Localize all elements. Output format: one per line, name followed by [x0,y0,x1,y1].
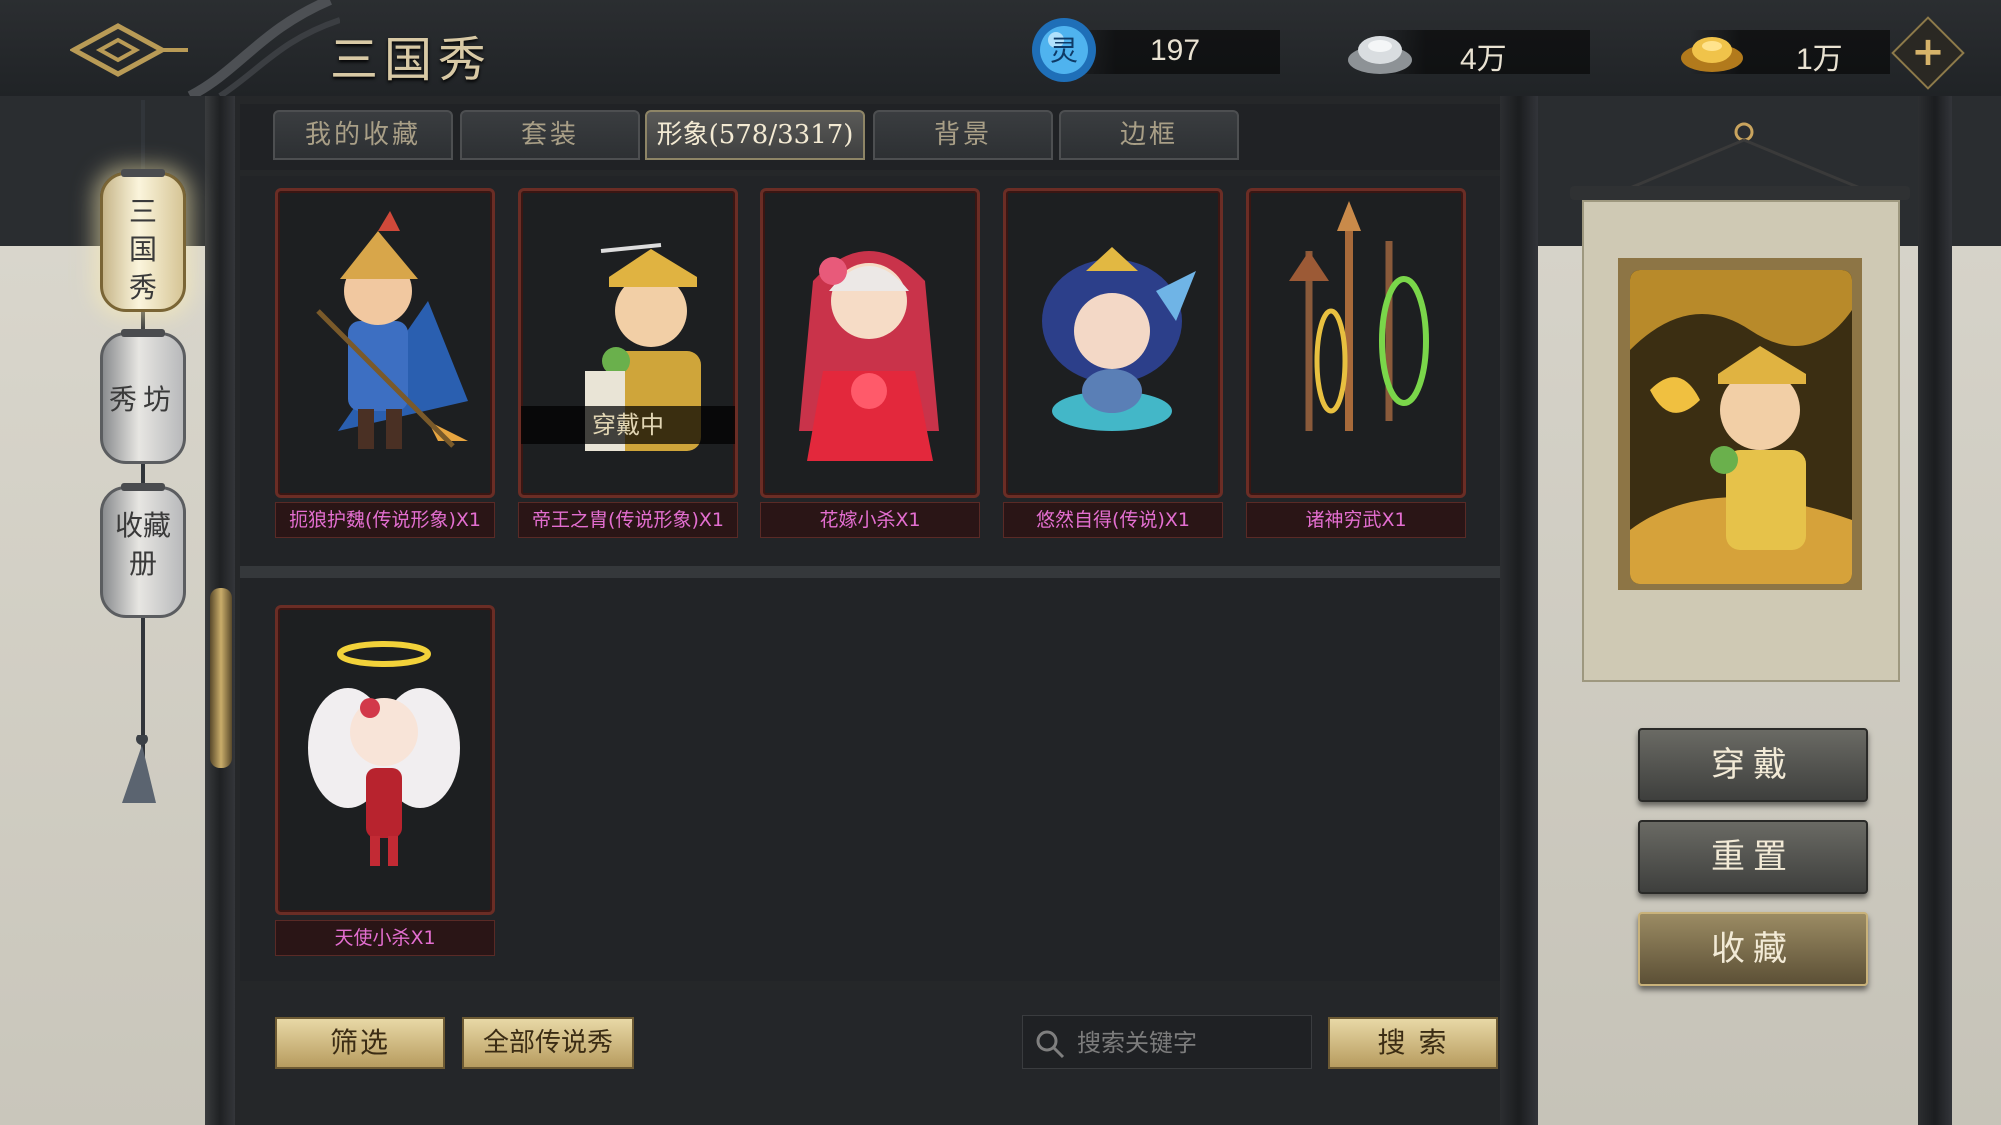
right-frame [1500,96,1538,1125]
tab-backgrounds[interactable]: 背景 [873,110,1053,160]
svg-text:灵: 灵 [1050,34,1078,67]
hanger-string-icon [1629,122,1861,190]
sidebar-item-collection-book[interactable]: 收藏册 [100,483,186,618]
card-name: 帝王之胄(传说形象)X1 [518,502,738,538]
tab-suits[interactable]: 套装 [460,110,640,160]
card-name: 花嫁小杀X1 [760,502,980,538]
row-divider [240,566,1500,578]
tab-my-collection[interactable]: 我的收藏 [273,110,453,160]
weapons-portrait [1289,201,1429,431]
avatar-card[interactable] [1003,188,1223,498]
all-legend-button[interactable]: 全部传说秀 [462,1017,634,1069]
card-name: 悠然自得(传说)X1 [1003,502,1223,538]
tab-avatars[interactable]: 形象(578/3317) [645,110,865,160]
avatar-card[interactable] [275,605,495,915]
bride-portrait [799,251,939,461]
tassel-icon [122,735,156,803]
sidebar-item-label: 收藏册 [114,509,171,580]
search-icon [1036,1030,1065,1059]
emperor-preview-portrait [1630,270,1852,584]
spirit-orb-icon: 灵 [1032,18,1096,82]
sidebar-item-xiufang[interactable]: 秀坊 [100,329,186,464]
left-scroll-handle [210,588,232,768]
card-name: 诸神穷武X1 [1246,502,1466,538]
sidebar-item-label: 三国秀 [128,195,157,304]
warrior-blue-portrait [316,211,468,449]
goddess-portrait [1042,247,1196,431]
spirit-value: 197 [1150,34,1201,67]
outer-frame [1918,96,1952,1125]
silver-value: 4万 [1460,43,1507,76]
wearing-badge: 穿戴中 [521,406,735,444]
plus-icon: + [1911,29,1945,75]
search-box [1022,1015,1312,1070]
emperor-portrait [585,243,701,451]
scroll-rod [1570,186,1910,200]
collect-button[interactable]: 收藏 [1638,912,1868,986]
gold-value: 1万 [1796,43,1843,76]
sidebar-item-sanguoxiu[interactable]: 三国秀 [100,169,186,312]
reset-button[interactable]: 重置 [1638,820,1868,894]
card-name: 天使小杀X1 [275,920,495,956]
top-bar: 三国秀 197 灵 4万 1万 + [0,0,2001,99]
page-title: 三国秀 [330,32,493,88]
filter-button[interactable]: 筛选 [275,1017,445,1069]
avatar-card[interactable] [760,188,980,498]
title-ornament-icon [187,0,340,96]
sidebar-item-label: 秀坊 [108,383,177,416]
avatar-card[interactable] [1246,188,1466,498]
back-logo-icon[interactable] [70,22,190,78]
angel-portrait [308,641,460,866]
tab-frames[interactable]: 边框 [1059,110,1239,160]
card-name: 扼狼护魏(传说形象)X1 [275,502,495,538]
avatar-preview [1630,270,1852,584]
avatar-card[interactable]: 穿戴中 [518,188,738,498]
gold-ingot-icon [1681,37,1743,72]
silver-ingot-icon [1348,36,1412,74]
avatar-card[interactable] [275,188,495,498]
search-button[interactable]: 搜 索 [1328,1017,1498,1069]
wear-button[interactable]: 穿戴 [1638,728,1868,802]
search-input[interactable] [1075,1016,1309,1070]
recharge-button[interactable]: + [1891,16,1965,90]
